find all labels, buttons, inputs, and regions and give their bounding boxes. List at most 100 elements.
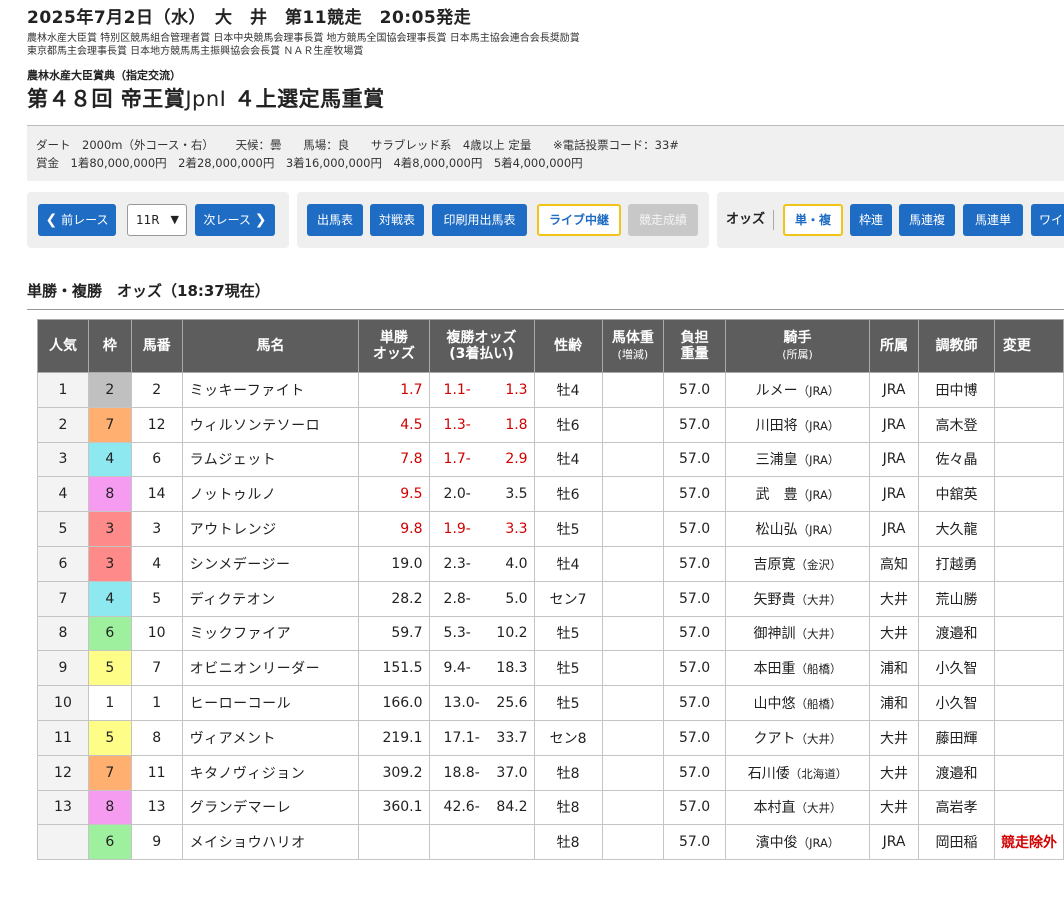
jockey-cell: クアト（大井）: [725, 719, 870, 756]
race-title-tail: ４上選定馬重賞: [234, 87, 385, 111]
jockey-affiliation: （JRA）: [797, 836, 840, 851]
jockey-affiliation: （大井）: [795, 627, 842, 642]
trainer-cell: 高岩孝: [918, 789, 995, 826]
jockey-name: 川田将: [755, 417, 798, 434]
weight-cell: [601, 789, 665, 826]
tab-wide[interactable]: ワイド: [1031, 204, 1064, 236]
next-race-button[interactable]: 次レース ❯: [195, 204, 275, 236]
entries-button[interactable]: 出馬表: [307, 204, 363, 236]
live-stream-button[interactable]: ライブ中継: [537, 204, 621, 236]
horse-name[interactable]: ミッキーファイト: [181, 372, 360, 408]
fukusho-low: 1.1-: [443, 381, 471, 398]
jockey-affiliation: （大井）: [795, 731, 842, 746]
fukusho-low: 18.8-: [443, 764, 480, 781]
tansho-odds: 1.7: [358, 372, 430, 408]
fukusho-odds: 2.8- 5.0: [428, 580, 535, 617]
course-info: ダート 2000m（外コース・右）: [36, 138, 214, 152]
shozoku-cell: JRA: [868, 406, 920, 443]
horse-name[interactable]: シンメデージー: [181, 545, 360, 582]
fukusho-odds: 2.3- 4.0: [428, 545, 535, 582]
weight-cell: [601, 441, 665, 478]
fukusho-low: 2.3-: [443, 555, 471, 572]
fukusho-high: 25.6: [496, 695, 528, 712]
waku-cell: 1: [87, 685, 132, 721]
caret-down-icon: ▼: [170, 213, 179, 226]
futan-cell: 57.0: [663, 719, 727, 756]
horse-name[interactable]: メイショウハリオ: [181, 824, 360, 861]
ninki-cell: 11: [37, 719, 89, 756]
track-condition: 馬場：良: [303, 138, 350, 152]
header-umaban: 馬番: [130, 319, 183, 373]
ninki-cell: 8: [37, 615, 89, 652]
matchup-button[interactable]: 対戦表: [370, 204, 424, 236]
fukusho-odds: 1.1- 1.3: [428, 372, 535, 408]
fukusho-odds: 5.3- 10.2: [428, 615, 535, 652]
waku-cell: 7: [87, 754, 132, 791]
header-trainer: 調教師: [918, 319, 995, 373]
umaban-cell: 1: [130, 685, 183, 721]
race-number-select[interactable]: 11R ▼: [127, 204, 187, 236]
umaban-cell: 7: [130, 650, 183, 687]
waku-cell: 6: [87, 615, 132, 652]
prev-race-button[interactable]: ❮ 前レース: [38, 204, 116, 236]
tab-umaren-tan[interactable]: 馬連単: [963, 204, 1023, 236]
odds-type-tabs: オッズ 単・複 枠連 馬連複 馬連単 ワイド: [717, 192, 1064, 248]
chevron-right-icon: ❯: [254, 212, 267, 228]
table-row: 2 7 12 ウィルソンテソーロ 4.5 1.3- 1.8 牡6 57.0 川田将（JRA） JRA…: [37, 406, 1064, 443]
sexage-cell: 牡4: [533, 441, 603, 478]
tansho-odds: 9.8: [358, 511, 430, 547]
trainer-cell: 荒山勝: [918, 580, 995, 617]
header-futan: 負担 重量: [663, 319, 727, 373]
tansho-odds: 151.5: [358, 650, 430, 687]
horse-name[interactable]: キタノヴィジョン: [181, 754, 360, 791]
tab-tansho-fukusho[interactable]: 単・複: [783, 204, 843, 236]
jockey-affiliation: （JRA）: [797, 383, 840, 398]
shozoku-cell: 大井: [868, 615, 920, 652]
futan-cell: 57.0: [663, 685, 727, 721]
race-title: 第４８回 帝王賞JpnⅠ ４上選定馬重賞: [27, 85, 1064, 113]
fukusho-high: 37.0: [496, 764, 528, 781]
tab-wakuren[interactable]: 枠連: [850, 204, 892, 236]
print-entries-button[interactable]: 印刷用出馬表: [432, 204, 527, 236]
chevron-left-icon: ❮: [45, 212, 58, 228]
waku-cell: 6: [87, 824, 132, 861]
shozoku-cell: 大井: [868, 789, 920, 826]
tab-umaren-fuku[interactable]: 馬連複: [899, 204, 955, 236]
horse-name[interactable]: オビニオンリーダー: [181, 650, 360, 687]
jockey-affiliation: （金沢）: [795, 557, 842, 572]
horse-name[interactable]: ウィルソンテソーロ: [181, 406, 360, 443]
jockey-cell: 濱中俊（JRA）: [725, 824, 870, 861]
trainer-cell: 藤田輝: [918, 719, 995, 756]
futan-cell: 57.0: [663, 511, 727, 547]
fukusho-low: 9.4-: [443, 660, 471, 677]
fukusho-odds: [428, 824, 535, 861]
jockey-affiliation: （大井）: [795, 592, 842, 607]
horse-name[interactable]: グランデマーレ: [181, 789, 360, 826]
ninki-cell: [37, 824, 89, 861]
horse-name[interactable]: ミックファイア: [181, 615, 360, 652]
futan-cell: 57.0: [663, 615, 727, 652]
weight-cell: [601, 719, 665, 756]
horse-name[interactable]: ディクテオン: [181, 580, 360, 617]
jockey-cell: 吉原寛（金沢）: [725, 545, 870, 582]
fukusho-high: 84.2: [496, 799, 528, 816]
weather-info: 天候：曇: [235, 138, 282, 152]
jockey-cell: 山中悠（船橋）: [725, 685, 870, 721]
jockey-name: 濱中俊: [755, 835, 798, 852]
jockey-cell: 御神訓（大井）: [725, 615, 870, 652]
ninki-cell: 10: [37, 685, 89, 721]
jockey-cell: 三浦皇（JRA）: [725, 441, 870, 478]
horse-name[interactable]: ラムジェット: [181, 441, 360, 478]
shozoku-cell: 浦和: [868, 685, 920, 721]
shozoku-cell: 高知: [868, 545, 920, 582]
horse-name[interactable]: アウトレンジ: [181, 511, 360, 547]
horse-name[interactable]: ヴィアメント: [181, 719, 360, 756]
shozoku-cell: 大井: [868, 580, 920, 617]
table-row: 7 4 5 ディクテオン 28.2 2.8- 5.0 セン7 57.0 矢野貴（大井） 大井 荒山勝: [37, 580, 1064, 617]
fukusho-low: 42.6-: [443, 799, 480, 816]
header-jockey: 騎手 (所属): [725, 319, 870, 373]
horse-name[interactable]: ノットゥルノ: [181, 476, 360, 513]
fukusho-high: 5.0: [505, 590, 528, 607]
umaban-cell: 4: [130, 545, 183, 582]
horse-name[interactable]: ヒーローコール: [181, 685, 360, 721]
